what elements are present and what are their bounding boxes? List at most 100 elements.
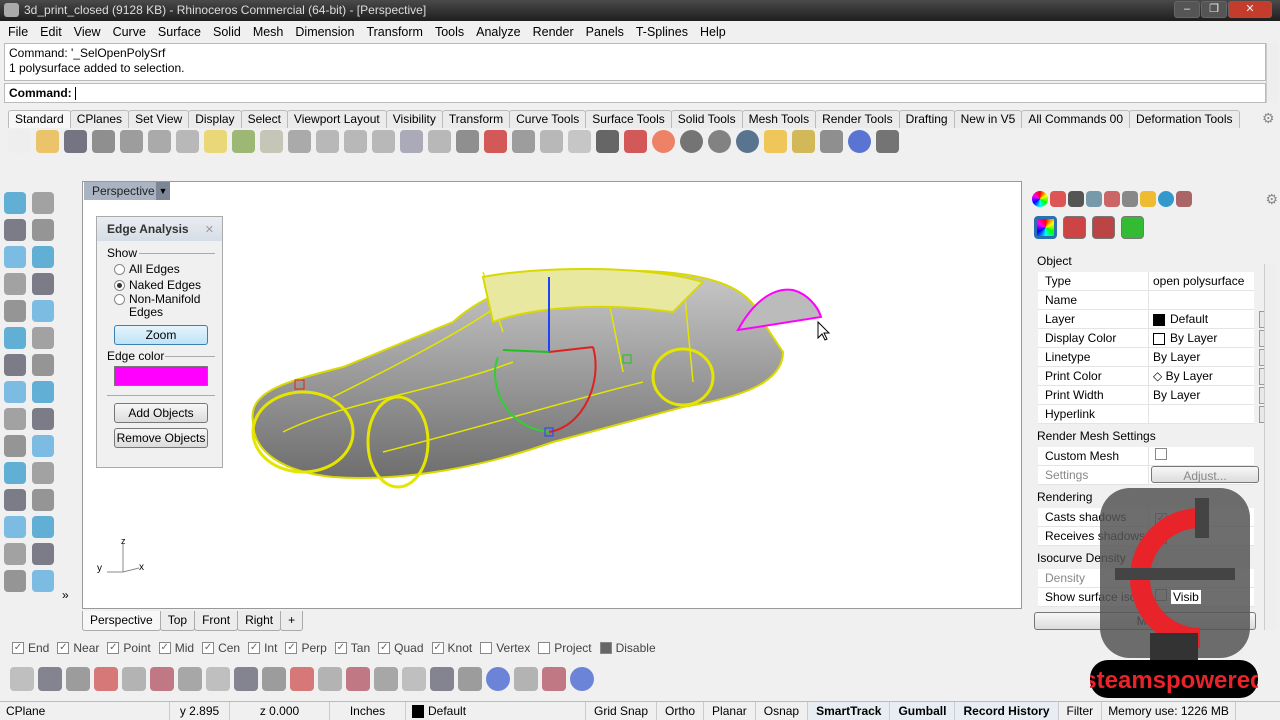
menu-transform[interactable]: Transform: [360, 25, 429, 39]
gear-options-icon[interactable]: [792, 130, 815, 153]
expand-toolbar-icon[interactable]: »: [62, 588, 69, 602]
menu-render[interactable]: Render: [527, 25, 580, 39]
radio-naked-edges[interactable]: Naked Edges: [114, 278, 201, 292]
fillet-icon[interactable]: [32, 435, 54, 457]
mesh-repair-icon[interactable]: [66, 667, 90, 691]
rebuild-icon[interactable]: [4, 489, 26, 511]
menu-analyze[interactable]: Analyze: [470, 25, 526, 39]
blend-icon[interactable]: [32, 489, 54, 511]
osnap-quad[interactable]: ✓ Quad: [376, 641, 429, 655]
select-icon[interactable]: [4, 192, 26, 214]
property-value[interactable]: By Layer: [1148, 329, 1254, 348]
open-icon[interactable]: [36, 130, 59, 153]
menu-edit[interactable]: Edit: [34, 25, 68, 39]
rendered-icon[interactable]: [736, 130, 759, 153]
print-icon[interactable]: [92, 130, 115, 153]
cut-icon[interactable]: [148, 130, 171, 153]
surface-edit-icon[interactable]: [32, 381, 54, 403]
distribute-icon[interactable]: [206, 667, 230, 691]
folder-tab-icon[interactable]: [1140, 191, 1156, 207]
new-file-icon[interactable]: [8, 130, 31, 153]
tree-icon[interactable]: [458, 667, 482, 691]
toolbar-tab-cplanes[interactable]: CPlanes: [69, 110, 130, 128]
transform-icon[interactable]: [4, 408, 26, 430]
maximize-button[interactable]: ❐: [1201, 1, 1227, 18]
text-icon[interactable]: [4, 516, 26, 538]
save-icon[interactable]: [64, 130, 87, 153]
perspective-viewport[interactable]: z x y: [82, 181, 1022, 609]
pan-icon[interactable]: [260, 130, 283, 153]
command-scrollbar[interactable]: [1266, 43, 1278, 103]
four-viewports-icon[interactable]: [456, 130, 479, 153]
toolbar-tab-visibility[interactable]: Visibility: [385, 110, 443, 128]
menu-mesh[interactable]: Mesh: [247, 25, 290, 39]
align-points-icon[interactable]: [178, 667, 202, 691]
surface-from-points-icon[interactable]: [4, 327, 26, 349]
bom-icon[interactable]: [346, 667, 370, 691]
tab-top[interactable]: Top: [159, 611, 196, 631]
tab-front[interactable]: Front: [194, 611, 239, 631]
toolbar-tab-select[interactable]: Select: [240, 110, 288, 128]
clock-icon[interactable]: [486, 667, 510, 691]
custom-mesh-checkbox[interactable]: [1155, 448, 1167, 460]
radio-non-manifold-edges[interactable]: Non-Manifold Edges: [114, 293, 200, 319]
decal-icon[interactable]: [1121, 216, 1144, 239]
tab-right[interactable]: Right: [237, 611, 282, 631]
toolbar-tab-standard[interactable]: Standard: [8, 110, 71, 128]
cplane-indicator[interactable]: CPlane: [0, 702, 170, 720]
osnap-disable[interactable]: Disable: [598, 641, 662, 655]
lock-icon-dot-icon[interactable]: [318, 667, 342, 691]
menu-panels[interactable]: Panels: [580, 25, 630, 39]
add-viewport-tab-button[interactable]: +: [280, 611, 304, 631]
property-value[interactable]: Default: [1148, 310, 1254, 329]
more-icon[interactable]: [32, 570, 54, 592]
toolbar-tab-drafting[interactable]: Drafting: [898, 110, 955, 128]
property-value[interactable]: By Layer: [1148, 348, 1254, 367]
history-icon[interactable]: [94, 667, 118, 691]
osnap-mid[interactable]: ✓ Mid: [157, 641, 200, 655]
ghosted-icon[interactable]: [708, 130, 731, 153]
current-layer[interactable]: Default: [406, 702, 586, 720]
help-tab-icon[interactable]: [1086, 191, 1102, 207]
layers-box-icon[interactable]: [402, 667, 426, 691]
extract-icon[interactable]: [262, 667, 286, 691]
add-objects-button[interactable]: Add Objects: [114, 403, 208, 423]
osnap-vertex[interactable]: Vertex: [478, 641, 536, 655]
menu-file[interactable]: File: [2, 25, 34, 39]
undo-icon[interactable]: [232, 130, 255, 153]
material-icon[interactable]: [1063, 216, 1086, 239]
status-smarttrack-button[interactable]: SmartTrack: [808, 702, 891, 720]
osnap-knot[interactable]: ✓ Knot: [430, 641, 479, 655]
viewport-menu-dropdown[interactable]: ▼: [156, 182, 170, 200]
zoom-selected-icon[interactable]: [400, 130, 423, 153]
document-icon[interactable]: [430, 667, 454, 691]
rectangle-icon[interactable]: [32, 273, 54, 295]
wireframe-shade-icon[interactable]: [680, 130, 703, 153]
adjust-button[interactable]: Adjust...: [1151, 466, 1259, 483]
status-ortho-button[interactable]: Ortho: [657, 702, 705, 720]
layers-tab-icon[interactable]: [1050, 191, 1066, 207]
environment-tab-icon[interactable]: [1158, 191, 1174, 207]
gumball-align-icon[interactable]: [38, 667, 62, 691]
car-model[interactable]: [83, 182, 1023, 610]
status-gumball-button[interactable]: Gumball: [890, 702, 956, 720]
menu-dimension[interactable]: Dimension: [289, 25, 360, 39]
import-icon[interactable]: [120, 130, 143, 153]
osnap-int[interactable]: ✓ Int: [246, 641, 283, 655]
osnap-cen[interactable]: ✓ Cen: [200, 641, 246, 655]
toolbar-tab-curve-tools[interactable]: Curve Tools: [509, 110, 587, 128]
properties-scrollbar[interactable]: [1264, 264, 1276, 630]
toolbar-tab-render-tools[interactable]: Render Tools: [815, 110, 900, 128]
toolbar-tab-new-in-v5[interactable]: New in V5: [953, 110, 1023, 128]
property-value[interactable]: ◇ By Layer: [1148, 367, 1254, 386]
cage-icon[interactable]: [122, 667, 146, 691]
menu-curve[interactable]: Curve: [107, 25, 152, 39]
zoom-all-icon[interactable]: [428, 130, 451, 153]
status-grid-snap-button[interactable]: Grid Snap: [586, 702, 658, 720]
toolbar-tab-mesh-tools[interactable]: Mesh Tools: [741, 110, 817, 128]
boolean-icon[interactable]: [4, 462, 26, 484]
close-button[interactable]: ✕: [1228, 1, 1272, 18]
polyline-icon[interactable]: [4, 219, 26, 241]
zoom-target-icon[interactable]: [234, 667, 258, 691]
curve-icon[interactable]: [32, 219, 54, 241]
